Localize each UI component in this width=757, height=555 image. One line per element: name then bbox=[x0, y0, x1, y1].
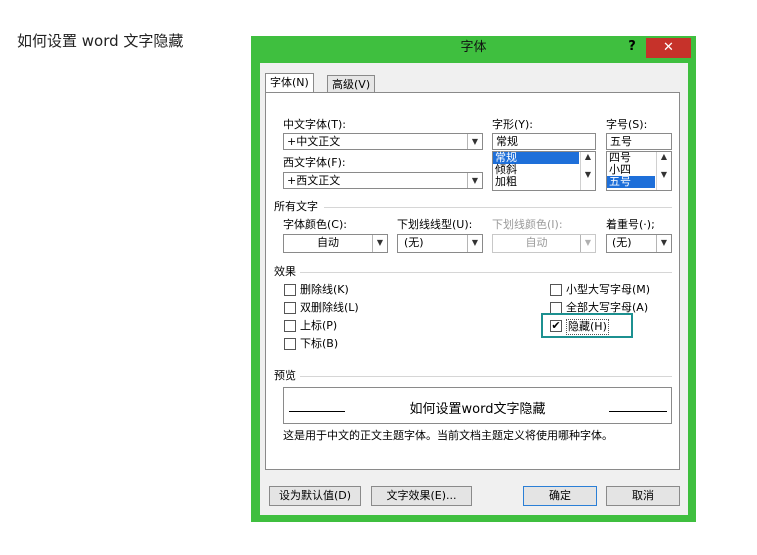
page-caption: 如何设置 word 文字隐藏 bbox=[17, 32, 184, 50]
underline-style-label: 下划线线型(U): bbox=[397, 218, 473, 231]
emphasis-label: 着重号(·); bbox=[606, 218, 655, 231]
set-default-button[interactable]: 设为默认值(D) bbox=[269, 486, 361, 506]
chevron-down-icon: ▼ bbox=[467, 235, 482, 252]
tab-panel-font: 中文字体(T): +中文正文 ▼ 西文字体(F): +西文正文 ▼ 字形(Y):… bbox=[265, 92, 680, 470]
cn-font-label: 中文字体(T): bbox=[283, 118, 347, 131]
section-divider bbox=[300, 272, 672, 273]
west-font-label: 西文字体(F): bbox=[283, 156, 346, 169]
double-strike-checkbox[interactable] bbox=[284, 302, 296, 314]
style-list[interactable]: 常规 倾斜 加粗 ▲ ▼ bbox=[492, 151, 596, 191]
chevron-down-icon: ▼ bbox=[656, 235, 671, 252]
preview-text: 如何设置word文字隐藏 bbox=[409, 402, 546, 417]
strikethrough-label: 删除线(K) bbox=[300, 283, 349, 296]
section-divider bbox=[324, 207, 672, 208]
help-button[interactable]: ? bbox=[625, 38, 639, 56]
tab-advanced[interactable]: 高级(V) bbox=[327, 75, 376, 93]
preview-line-right bbox=[609, 411, 667, 412]
hidden-label: 隐藏(H) bbox=[566, 319, 609, 335]
small-caps-label: 小型大写字母(M) bbox=[566, 283, 651, 296]
west-font-select[interactable]: +西文正文 ▼ bbox=[283, 172, 483, 189]
west-font-value: +西文正文 bbox=[287, 174, 341, 187]
underline-color-value: 自动 bbox=[525, 236, 548, 249]
superscript-label: 上标(P) bbox=[300, 319, 338, 332]
ok-button[interactable]: 确定 bbox=[523, 486, 597, 506]
tab-font[interactable]: 字体(N) bbox=[265, 73, 314, 93]
chevron-down-icon: ▼ bbox=[372, 235, 387, 252]
font-color-select[interactable]: 自动 ▼ bbox=[283, 234, 388, 253]
cn-font-value: +中文正文 bbox=[287, 135, 341, 148]
preview-note: 这是用于中文的正文主题字体。当前文档主题定义将使用哪种字体。 bbox=[283, 429, 613, 442]
close-button[interactable]: ✕ bbox=[646, 38, 691, 58]
cancel-button[interactable]: 取消 bbox=[606, 486, 680, 506]
style-label: 字形(Y): bbox=[492, 118, 534, 131]
cn-font-select[interactable]: +中文正文 ▼ bbox=[283, 133, 483, 150]
superscript-checkbox[interactable] bbox=[284, 320, 296, 332]
strikethrough-checkbox[interactable] bbox=[284, 284, 296, 296]
size-input[interactable]: 五号 bbox=[606, 133, 672, 150]
font-color-label: 字体颜色(C): bbox=[283, 218, 347, 231]
double-strike-label: 双删除线(L) bbox=[300, 301, 359, 314]
emphasis-value: (无) bbox=[612, 236, 632, 249]
list-scrollbar[interactable]: ▲ ▼ bbox=[656, 152, 671, 190]
preview-heading: 预览 bbox=[274, 369, 296, 382]
chevron-down-icon: ▼ bbox=[467, 173, 482, 188]
underline-style-value: (无) bbox=[404, 236, 424, 249]
size-list[interactable]: 四号 小四 五号 ▲ ▼ bbox=[606, 151, 672, 191]
style-input[interactable]: 常规 bbox=[492, 133, 596, 150]
underline-color-label: 下划线颜色(I): bbox=[492, 218, 563, 231]
underline-style-select[interactable]: (无) ▼ bbox=[397, 234, 483, 253]
all-text-heading: 所有文字 bbox=[274, 200, 318, 213]
chevron-down-icon: ▼ bbox=[580, 235, 595, 252]
effects-heading: 效果 bbox=[274, 265, 296, 278]
text-effects-button[interactable]: 文字效果(E)... bbox=[371, 486, 472, 506]
font-color-value: 自动 bbox=[317, 236, 339, 249]
subscript-label: 下标(B) bbox=[300, 337, 339, 350]
emphasis-select[interactable]: (无) ▼ bbox=[606, 234, 672, 253]
size-label: 字号(S): bbox=[606, 118, 648, 131]
hidden-checkbox[interactable]: ✔ bbox=[550, 320, 562, 332]
subscript-checkbox[interactable] bbox=[284, 338, 296, 350]
dialog-body: 字体(N) 高级(V) 中文字体(T): +中文正文 ▼ 西文字体(F): +西… bbox=[260, 63, 688, 515]
chevron-down-icon: ▼ bbox=[467, 134, 482, 149]
small-caps-checkbox[interactable] bbox=[550, 284, 562, 296]
section-divider bbox=[300, 376, 672, 377]
list-item[interactable]: 五号 bbox=[607, 176, 655, 188]
preview-box: 如何设置word文字隐藏 bbox=[283, 387, 672, 424]
list-scrollbar[interactable]: ▲ ▼ bbox=[580, 152, 595, 190]
font-dialog: 字体 ? ✕ 字体(N) 高级(V) 中文字体(T): +中文正文 ▼ 西文字体… bbox=[251, 36, 696, 522]
underline-color-select[interactable]: 自动 ▼ bbox=[492, 234, 596, 253]
